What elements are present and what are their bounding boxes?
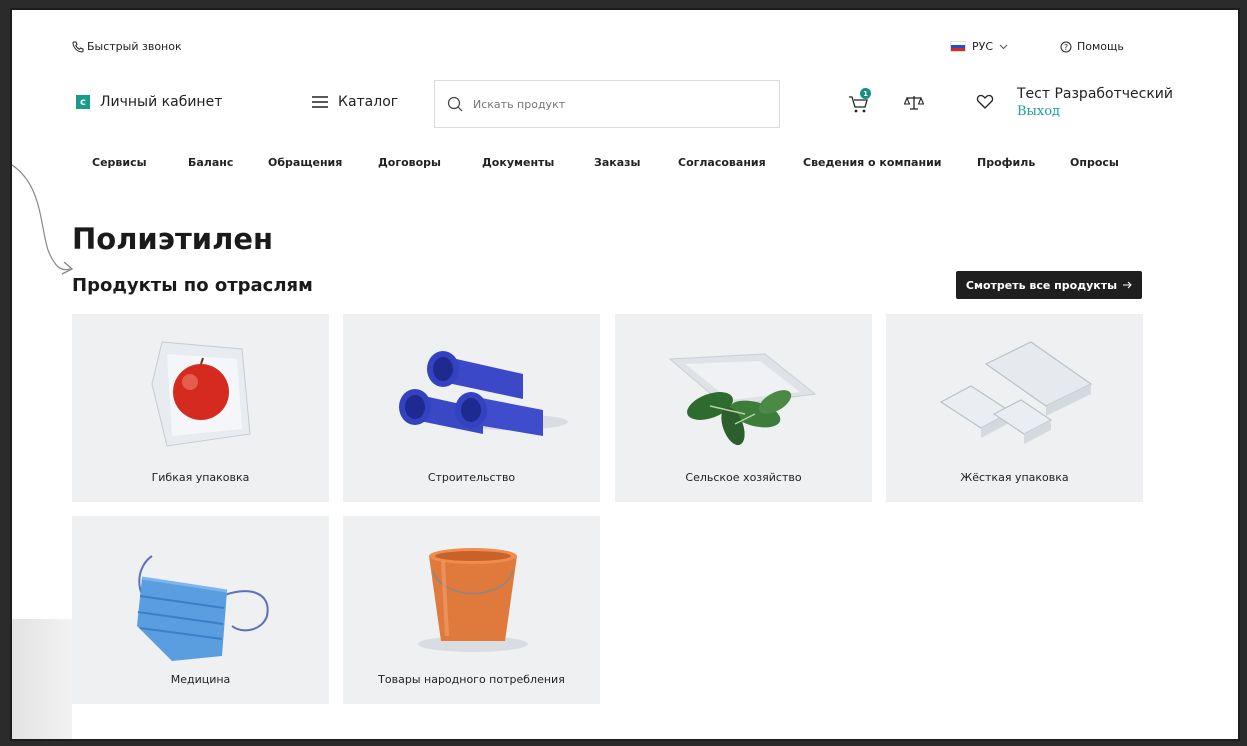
plant-film-icon (668, 353, 817, 446)
russia-flag-icon (950, 41, 966, 52)
main-nav: Сервисы Баланс Обращения Договоры Докуме… (12, 156, 1238, 176)
industry-card-consumer-goods[interactable]: Товары народного потребления (343, 516, 600, 704)
nav-item-appeals[interactable]: Обращения (268, 156, 342, 169)
menu-icon (312, 96, 328, 108)
help-link[interactable]: ? Помощь (1060, 40, 1124, 53)
top-bar: Быстрый звонок РУС ? Помощь (12, 40, 1238, 60)
heart-icon (976, 94, 994, 109)
industry-label: Строительство (427, 471, 516, 484)
cart-count-badge: 1 (860, 88, 871, 99)
industry-card-rigid-packaging[interactable]: Жёсткая упаковка (886, 314, 1143, 502)
arrow-right-icon (1123, 281, 1132, 289)
compare-button[interactable] (903, 94, 925, 116)
user-block: Тест Разработческий Выход (1017, 86, 1173, 119)
help-circle-icon: ? (1060, 41, 1072, 52)
industry-card-flexible-packaging[interactable]: Гибкая упаковка (72, 314, 329, 502)
account-label: Личный кабинет (100, 94, 223, 110)
scales-icon (903, 96, 925, 110)
quick-call-label: Быстрый звонок (87, 40, 182, 53)
medical-mask-icon (137, 555, 269, 661)
industry-label: Медицина (170, 673, 231, 686)
nav-item-surveys[interactable]: Опросы (1070, 156, 1119, 169)
nav-item-documents[interactable]: Документы (482, 156, 554, 169)
main-header: с Личный кабинет Каталог 1 Тест Разработ… (12, 80, 1238, 130)
plastic-containers-icon (939, 341, 1093, 444)
industry-label: Сельское хозяйство (685, 471, 802, 484)
industry-label: Товары народного потребления (378, 673, 565, 686)
logout-link[interactable]: Выход (1017, 104, 1173, 119)
svg-text:?: ? (1064, 43, 1068, 52)
orange-bucket-icon (418, 548, 528, 652)
blue-pipes-icon (399, 351, 568, 436)
nav-item-profile[interactable]: Профиль (977, 156, 1035, 169)
industry-card-agriculture[interactable]: Сельское хозяйство (615, 314, 872, 502)
bottom-left-shadow (12, 619, 72, 739)
nav-item-balance[interactable]: Баланс (188, 156, 233, 169)
search-input[interactable] (471, 96, 755, 112)
nav-item-approvals[interactable]: Согласования (678, 156, 766, 169)
help-label: Помощь (1077, 40, 1124, 53)
nav-item-company-info[interactable]: Сведения о компании (803, 156, 941, 169)
apple-in-bag-icon (151, 341, 251, 447)
view-all-products-button[interactable]: Смотреть все продукты (956, 271, 1142, 299)
section-title: Продукты по отраслям (72, 275, 313, 296)
favorites-button[interactable] (976, 94, 994, 114)
catalog-button[interactable]: Каталог (312, 94, 398, 110)
industry-card-medicine[interactable]: Медицина (72, 516, 329, 704)
user-name: Тест Разработческий (1017, 86, 1173, 102)
catalog-label: Каталог (338, 94, 399, 110)
language-label: РУС (972, 40, 994, 53)
nav-item-contracts[interactable]: Договоры (378, 156, 441, 169)
cart-button[interactable]: 1 (848, 88, 871, 118)
language-selector[interactable]: РУС (950, 40, 1008, 53)
view-all-label: Смотреть все продукты (965, 278, 1118, 292)
browser-viewport: Быстрый звонок РУС ? Помощь с Личный каб… (10, 8, 1240, 741)
industry-label: Гибкая упаковка (151, 471, 250, 484)
page-title: Полиэтилен (72, 222, 274, 256)
search-icon (447, 96, 463, 112)
industry-card-construction[interactable]: Строительство (343, 314, 600, 502)
chevron-down-icon (999, 44, 1008, 49)
nav-item-orders[interactable]: Заказы (594, 156, 640, 169)
account-link[interactable]: с Личный кабинет (76, 94, 222, 110)
industry-label: Жёсткая упаковка (960, 471, 1069, 484)
nav-item-services[interactable]: Сервисы (92, 156, 147, 169)
search-box[interactable] (434, 80, 780, 128)
